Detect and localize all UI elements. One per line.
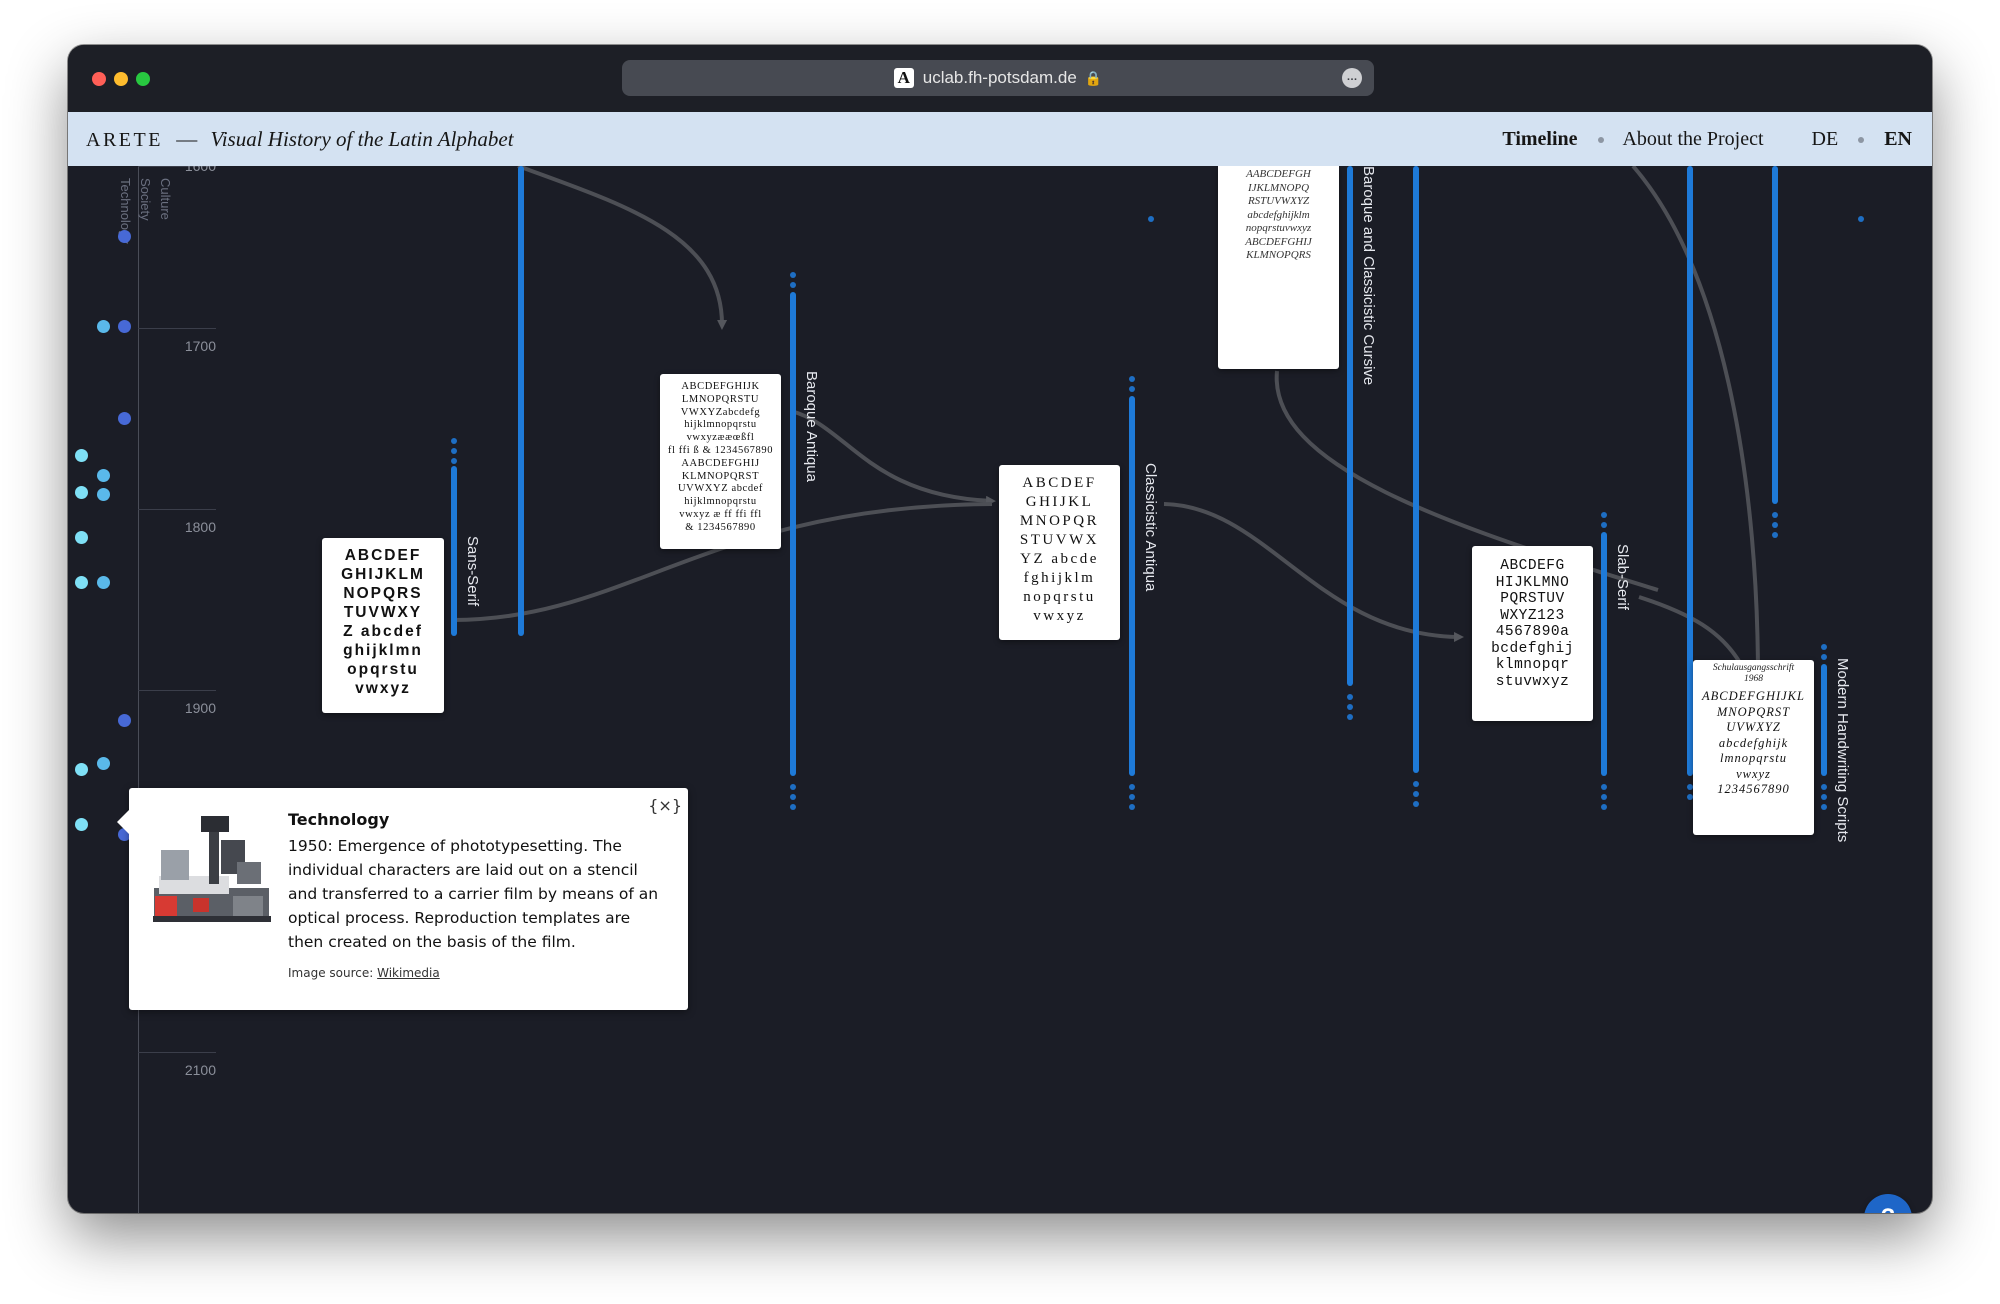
style-track-short[interactable] (1772, 166, 1778, 504)
close-window-button[interactable] (92, 72, 106, 86)
track-dot (1821, 644, 1827, 650)
address-bar[interactable]: A uclab.fh-potsdam.de 🔒 … (622, 60, 1374, 96)
track-dot (1129, 794, 1135, 800)
specimen-baroque-antiqua-text: ABCDEFGHIJK LMNOPQRSTU VWXYZabcdefg hijk… (667, 381, 774, 533)
track-dot (1772, 532, 1778, 538)
track-dot (1129, 784, 1135, 790)
track-dot (1601, 512, 1607, 518)
browser-window: A uclab.fh-potsdam.de 🔒 … ARETE — Visual… (68, 45, 1932, 1213)
brand-subtitle: Visual History of the Latin Alphabet (210, 127, 514, 151)
specimen-modern-handwriting[interactable]: Schulausgangsschrift 1968 ABCDEFGHIJKL M… (1693, 660, 1814, 835)
track-dot (1129, 376, 1135, 382)
track-dot (451, 458, 457, 464)
style-label-sans-serif[interactable]: Sans-Serif (464, 536, 481, 606)
tooltip-close-button[interactable]: {×} (648, 796, 682, 815)
lang-de[interactable]: DE (1812, 128, 1839, 150)
track-dot (1821, 654, 1827, 660)
track-dot (1821, 804, 1827, 810)
phototypesetting-machine-image (149, 810, 271, 932)
timeline-canvas[interactable]: 1600 1700 1800 1900 2100 Technology Soci… (68, 166, 1932, 1213)
style-label-classicistic-antiqua[interactable]: Classicistic Antiqua (1142, 463, 1159, 591)
specimen-classicistic-antiqua-text: ABCDEF GHIJKL MNOPQR STUVWX YZ abcde fgh… (1019, 475, 1100, 624)
style-label-cursive[interactable]: Baroque and Classicistic Cursive (1360, 166, 1377, 385)
tooltip-source-link[interactable]: Wikimedia (377, 966, 440, 980)
lock-icon: 🔒 (1084, 69, 1103, 86)
track-dot (1413, 791, 1419, 797)
track-dot (1601, 804, 1607, 810)
track-dot (1772, 522, 1778, 528)
specimen-slab-serif[interactable]: ABCDEFG HIJKLMNO PQRSTUV WXYZ123 4567890… (1472, 546, 1593, 721)
track-dot (1601, 784, 1607, 790)
track-dot (1129, 804, 1135, 810)
style-label-baroque-antiqua[interactable]: Baroque Antiqua (803, 371, 820, 482)
nav-timeline[interactable]: Timeline (1502, 128, 1577, 150)
slab-serif-track[interactable] (1601, 532, 1607, 776)
track-dot (1821, 794, 1827, 800)
lang-separator (1858, 137, 1865, 144)
site-header: ARETE — Visual History of the Latin Alph… (68, 112, 1932, 166)
baroque-antiqua-track[interactable] (790, 292, 796, 776)
track-dot (790, 804, 796, 810)
site-icon: A (893, 68, 914, 88)
minimize-window-button[interactable] (114, 72, 128, 86)
track-dot (1347, 694, 1353, 700)
sans-serif-track[interactable] (451, 466, 457, 636)
lang-en[interactable]: EN (1884, 128, 1912, 150)
track-dot (790, 282, 796, 288)
specimen-sans-serif[interactable]: ABCDEF GHIJKLM NOPQRS TUVWXY Z abcdef gh… (322, 538, 444, 713)
track-dot (451, 438, 457, 444)
curve-to-baroque-antiqua (517, 166, 728, 330)
style-track-unlabeled[interactable] (1413, 166, 1419, 773)
nav-separator (1597, 137, 1604, 144)
track-dot (790, 272, 796, 278)
track-dot (1601, 522, 1607, 528)
style-label-modern-handwriting[interactable]: Modern Handwriting Scripts (1834, 658, 1851, 842)
classicistic-antiqua-track[interactable] (1129, 396, 1135, 776)
track-dot (1347, 704, 1353, 710)
browser-titlebar: A uclab.fh-potsdam.de 🔒 … (68, 45, 1932, 112)
more-options-icon[interactable]: … (1342, 68, 1362, 88)
nav-about[interactable]: About the Project (1622, 128, 1763, 150)
track-dot (790, 794, 796, 800)
brand-dash: — (176, 127, 198, 151)
track-dot (451, 448, 457, 454)
modern-handwriting-track[interactable] (1821, 664, 1827, 776)
specimen-cursive-text: AABCDEFGH IJKLMNOPQ RSTUVWXYZ abcdefghij… (1245, 168, 1312, 261)
specimen-handwriting-title: Schulausgangsschrift 1968 (1712, 663, 1795, 684)
specimen-slab-serif-text: ABCDEFG HIJKLMNO PQRSTUV WXYZ123 4567890… (1491, 558, 1574, 690)
cursive-track[interactable] (1347, 166, 1353, 686)
specimen-classicistic-antiqua[interactable]: ABCDEF GHIJKL MNOPQR STUVWX YZ abcde fgh… (999, 465, 1120, 640)
specimen-cursive[interactable]: AABCDEFGH IJKLMNOPQ RSTUVWXYZ abcdefghij… (1218, 166, 1339, 369)
specimen-baroque-antiqua[interactable]: ABCDEFGHIJK LMNOPQRSTU VWXYZabcdefg hijk… (660, 374, 781, 549)
track-dot (1772, 512, 1778, 518)
curve-baroque-to-classicistic (790, 409, 996, 506)
track-dot (1858, 216, 1864, 222)
style-track-early[interactable] (518, 166, 524, 636)
tooltip-body: 1950: Emergence of phototypesetting. The… (288, 837, 659, 951)
tooltip-title: Technology (288, 810, 390, 829)
tooltip-source-prefix: Image source: (288, 966, 374, 980)
brand-name: ARETE (86, 129, 163, 151)
track-dot (790, 784, 796, 790)
track-dot (1347, 714, 1353, 720)
track-dot (1129, 386, 1135, 392)
track-dot (1601, 794, 1607, 800)
style-label-slab-serif[interactable]: Slab-Serif (1614, 544, 1631, 610)
track-dot (1413, 781, 1419, 787)
track-dot (1148, 216, 1154, 222)
tooltip-image-source: Image source: Wikimedia (288, 966, 440, 980)
main-nav: Timeline About the Project DE EN (1502, 112, 1912, 166)
site-brand[interactable]: ARETE — Visual History of the Latin Alph… (86, 112, 514, 166)
specimen-handwriting-text: ABCDEFGHIJKL MNOPQRST UVWXYZ abcdefghijk… (1702, 689, 1805, 796)
specimen-sans-serif-text: ABCDEF GHIJKLM NOPQRS TUVWXY Z abcdef gh… (341, 547, 425, 697)
zoom-window-button[interactable] (136, 72, 150, 86)
track-dot (1413, 801, 1419, 807)
event-tooltip: Technology 1950: Emergence of phototypes… (117, 788, 688, 1010)
track-dot (1821, 784, 1827, 790)
url-text: uclab.fh-potsdam.de (922, 68, 1077, 87)
